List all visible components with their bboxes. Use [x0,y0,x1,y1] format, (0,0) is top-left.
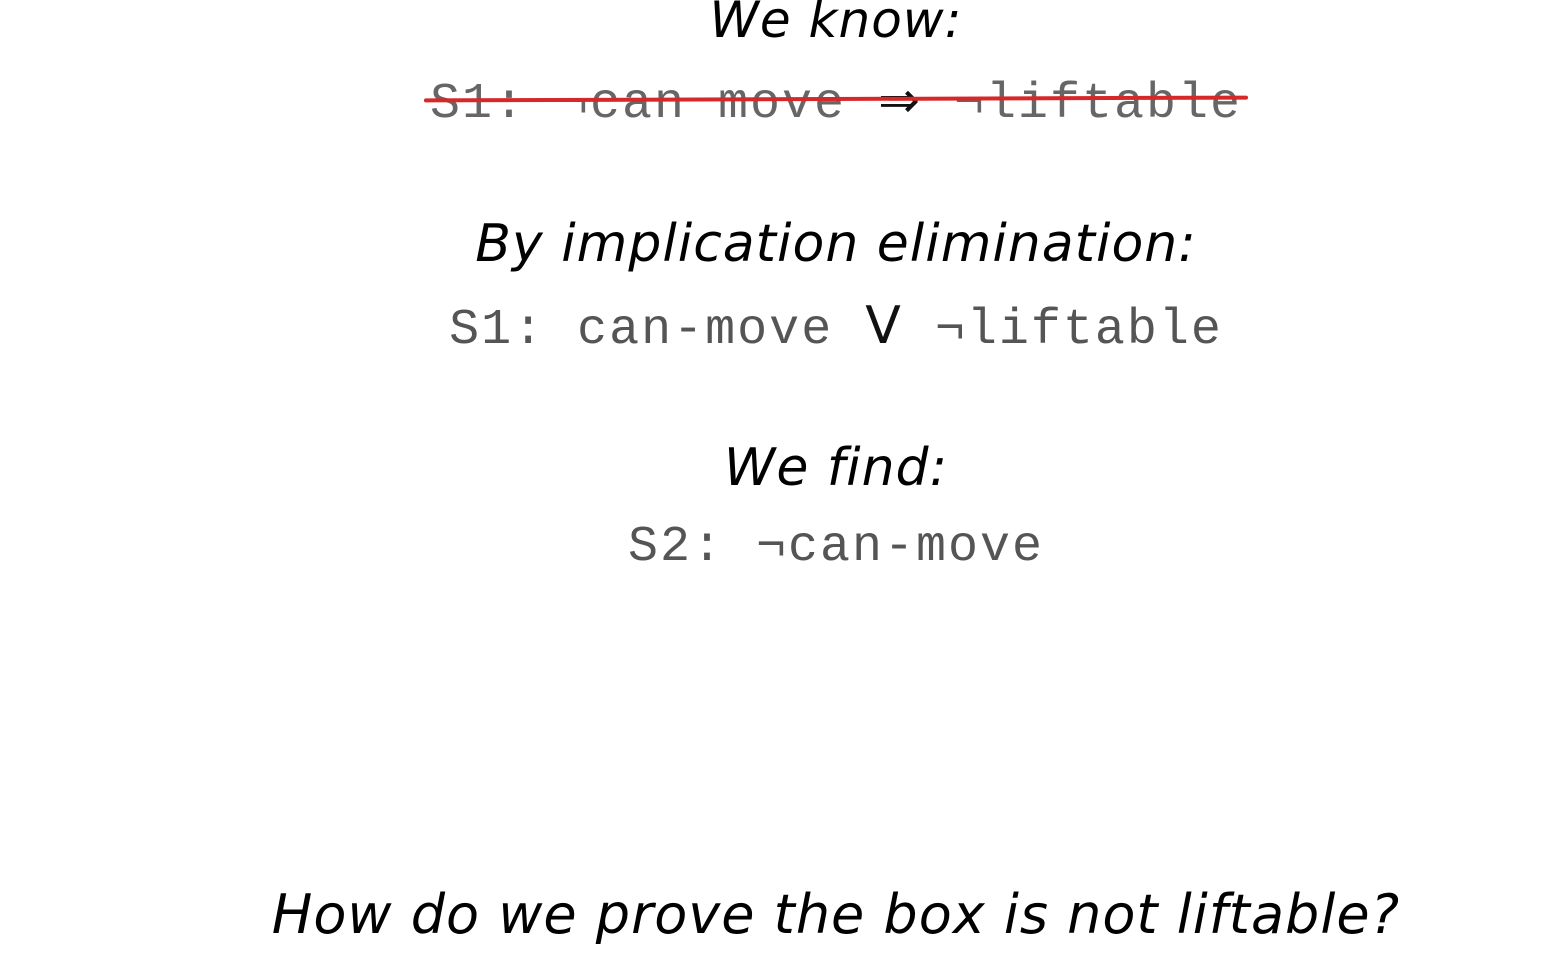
or-symbol-icon: V [865,296,903,356]
s1-antecedent: ¬can move [558,76,847,133]
s1-implication-statement: S1: ¬can move ⇒ ¬liftable [423,70,1249,135]
s1-left-term: can-move [577,302,834,359]
s1-right-term: ¬liftable [934,302,1223,359]
s2-value: ¬can-move [755,519,1045,576]
s2-label: S2: [627,519,724,576]
s1-disjunction-statement: S1: can-move V ¬liftable [60,296,1552,361]
s2-statement: S2: ¬can-move [60,518,1552,578]
s1-consequent: ¬liftable [953,76,1243,133]
question-text: How do we prove the box is not liftable? [271,883,1401,946]
heading-we-find: We find: [723,438,949,498]
s1-label: S1: [449,302,546,359]
heading-we-know: We know: [709,0,963,49]
s1-implication-line: S1: ¬can move ⇒ ¬liftable [60,70,1552,135]
s1-label: S1: [429,76,526,133]
slide: { "slide": { "we_know": "We know:", "s1_… [0,0,1552,962]
heading-by-implication-elimination: By implication elimination: [475,214,1197,274]
